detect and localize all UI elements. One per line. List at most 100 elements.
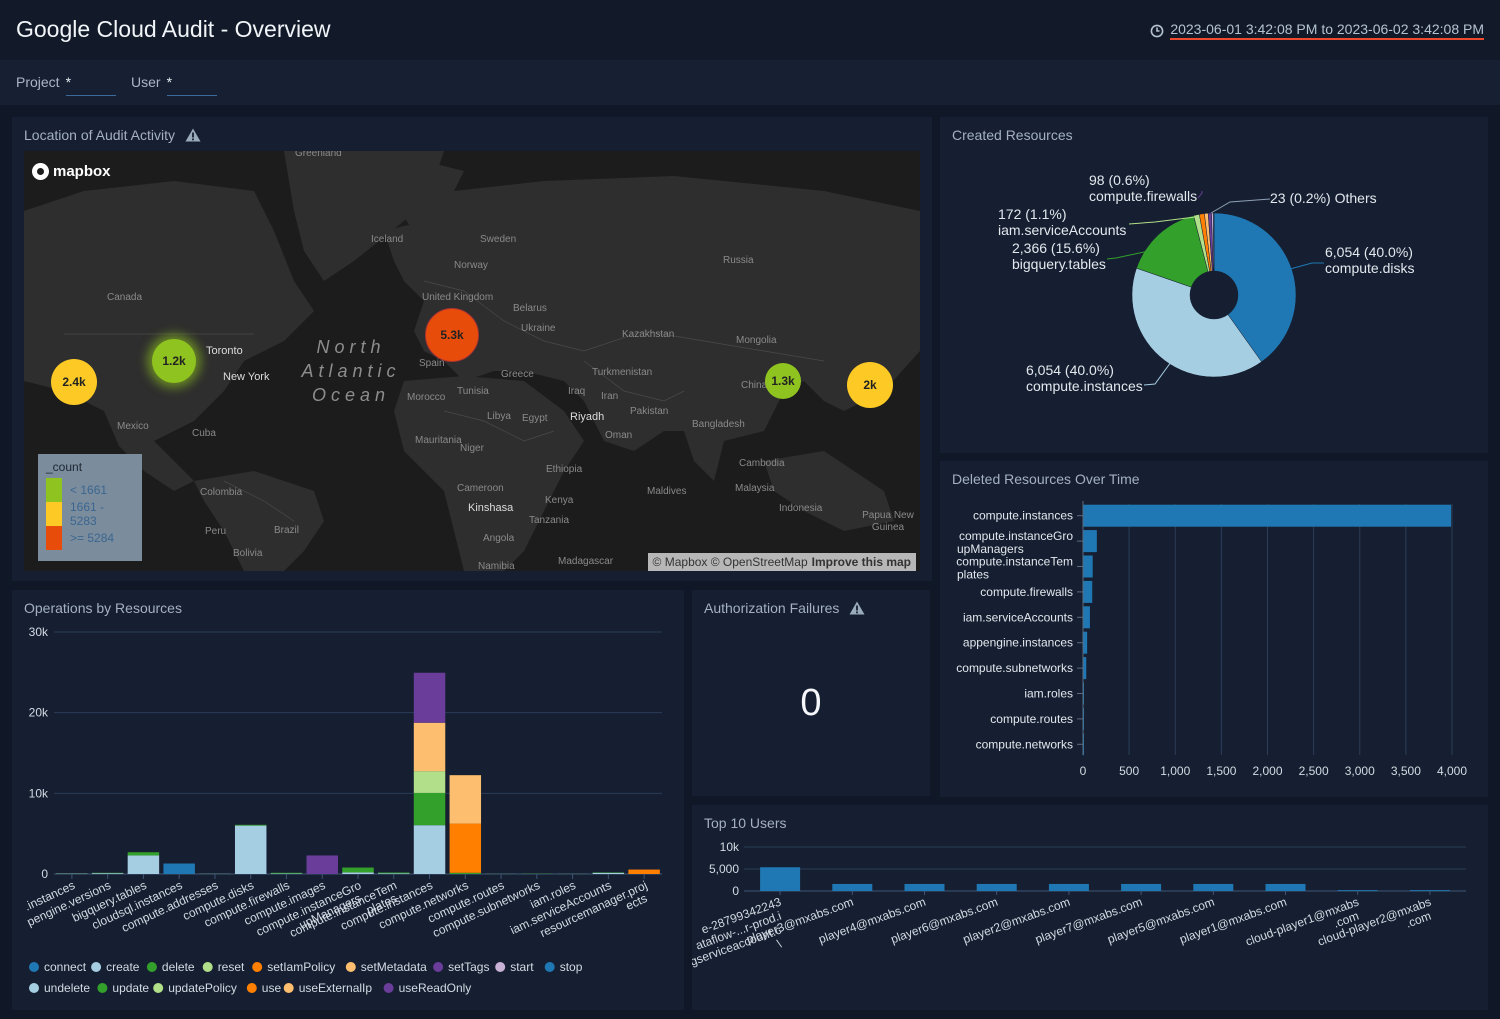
map-city-label: Kinshasa: [468, 502, 514, 514]
legend-label: updatePolicy: [168, 981, 237, 995]
page-title: Google Cloud Audit - Overview: [16, 16, 331, 42]
pie-label: 2,366 (15.6%): [1012, 240, 1100, 256]
warning-icon[interactable]: [185, 128, 201, 142]
legend-label: reset: [218, 960, 245, 974]
time-range-picker[interactable]: 2023-06-01 3:42:08 PM to 2023-06-02 3:42…: [1150, 21, 1484, 40]
map-label: Mexico: [117, 421, 149, 432]
map-label: Pakistan: [630, 406, 669, 417]
map-label: Bangladesh: [692, 419, 745, 430]
bar: [1083, 580, 1093, 603]
map-city-label: Toronto: [206, 345, 243, 357]
bar-segment: [449, 775, 482, 824]
map-label: Malaysia: [735, 483, 775, 494]
time-range-text[interactable]: 2023-06-01 3:42:08 PM to 2023-06-02 3:42…: [1170, 21, 1484, 40]
top-users-panel: Top 10 Users 0 5,000 10k e-28799342243 atafl…: [692, 805, 1488, 1010]
map-label: Morocco: [407, 392, 446, 403]
map-label: Kenya: [545, 495, 574, 506]
improve-map-link[interactable]: Improve this map: [812, 555, 911, 569]
legend-label: update: [112, 981, 149, 995]
map-label: Papua New Guinea: [862, 510, 914, 533]
bar: [1083, 555, 1093, 578]
pie-label: iam.serviceAccounts: [998, 222, 1126, 238]
map-label: China: [741, 380, 768, 391]
map-label: Belarus: [513, 303, 547, 314]
warning-icon[interactable]: [849, 601, 865, 615]
attribution-text[interactable]: © Mapbox © OpenStreetMap: [653, 555, 808, 569]
legend-marker: [433, 962, 444, 972]
y-tick-label: iam.serviceAccounts: [963, 610, 1073, 624]
project-filter[interactable]: Project *: [16, 74, 116, 96]
legend-label: use: [262, 981, 282, 995]
x-tick-label: 0: [1080, 764, 1087, 778]
bar: [1083, 530, 1097, 553]
map-title-text: Location of Audit Activity: [24, 127, 175, 143]
operations-panel: Operations by Resources 0 10k 20k 30k .insta…: [12, 590, 684, 1010]
legend-title: _count: [46, 460, 83, 474]
auth-failures-panel: Authorization Failures 0: [692, 590, 930, 796]
legend-label: delete: [162, 960, 195, 974]
x-tick-label: \: [775, 936, 784, 951]
y-tick-label: iam.roles: [1024, 687, 1073, 701]
bar: [1121, 883, 1162, 891]
clock-icon: [1150, 24, 1164, 37]
y-tick-label: 10k: [720, 840, 740, 854]
legend-label: < 1661: [70, 483, 108, 497]
y-tick-label: compute.routes: [990, 712, 1073, 726]
x-tick-label: 500: [1119, 764, 1139, 778]
map-attribution: © Mapbox © OpenStreetMap Improve this map: [647, 553, 916, 571]
bar-segment: [413, 672, 446, 723]
map-label: Maldives: [647, 486, 687, 497]
user-filter[interactable]: User *: [131, 74, 217, 96]
ocean-label: North Atlantic Ocean: [301, 337, 401, 405]
y-tick-label: 5,000: [709, 862, 739, 876]
user-filter-input[interactable]: *: [166, 74, 217, 96]
bar-segment: [413, 771, 446, 793]
legend-marker: [246, 983, 257, 993]
map-label: Tunisia: [457, 386, 489, 397]
x-tick-label: 3,000: [1345, 764, 1375, 778]
y-tick-label: compute.instances: [973, 509, 1073, 523]
bar-segment: [342, 872, 374, 874]
legend-label: create: [106, 960, 140, 974]
y-tick-label: compute.subnetworks: [956, 661, 1073, 675]
y-tick-label: 20k: [29, 706, 49, 720]
y-tick-label: compute.networks: [976, 737, 1073, 751]
mapbox-logo[interactable]: mapbox: [32, 163, 111, 180]
bar: [1083, 631, 1088, 654]
pie-label: 172 (1.1%): [998, 206, 1066, 222]
map-cluster[interactable]: 1.3k: [765, 363, 801, 399]
map-label: Indonesia: [779, 503, 823, 514]
project-filter-input[interactable]: *: [65, 74, 116, 96]
user-filter-label: User: [131, 74, 161, 90]
x-tick-label: 1,000: [1160, 764, 1190, 778]
map-label: Colombia: [200, 487, 243, 498]
legend-label: setMetadata: [361, 960, 427, 974]
map-cluster[interactable]: 1.2k: [152, 339, 196, 383]
pie-label: 98 (0.6%): [1089, 172, 1150, 188]
bar-segment: [91, 873, 124, 874]
pie-label: compute.instances: [1026, 378, 1143, 394]
bar-segment: [378, 872, 410, 874]
map-cluster[interactable]: 5.3k: [425, 308, 479, 362]
world-map[interactable]: mapbox Greenland Iceland Sweden Norway R…: [24, 151, 920, 571]
legend-label: setIamPolicy: [267, 960, 335, 974]
map-label: Cuba: [192, 428, 216, 439]
map-label: Canada: [107, 292, 143, 303]
filter-bar: Project * User *: [0, 60, 1500, 105]
pie-leader-line: [1143, 361, 1172, 386]
map-label: Egypt: [522, 413, 548, 424]
bar: [904, 883, 945, 891]
map-label: Cameroon: [457, 483, 504, 494]
map-cluster[interactable]: 2k: [847, 362, 893, 408]
legend-marker: [345, 962, 356, 972]
bar: [1193, 883, 1234, 891]
auth-title-text: Authorization Failures: [704, 600, 840, 616]
x-tick-label: 3,500: [1391, 764, 1421, 778]
bar: [1409, 890, 1450, 891]
map-label: Niger: [460, 443, 484, 454]
legend-label: >= 5284: [70, 531, 115, 545]
bar-segment: [342, 867, 374, 873]
deleted-resources-panel: Deleted Resources Over Time 0 500 1,000 1,5…: [940, 461, 1488, 797]
map-cluster[interactable]: 2.4k: [51, 359, 97, 405]
x-tick-label: 1,500: [1206, 764, 1236, 778]
